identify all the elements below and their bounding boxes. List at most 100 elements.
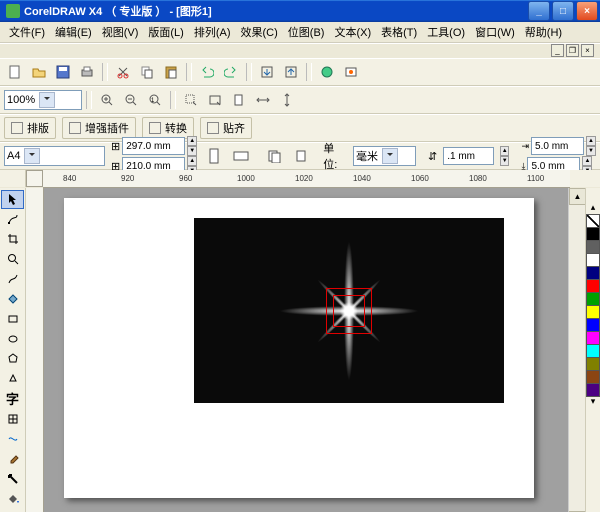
zoom-combo[interactable]: 100% xyxy=(4,90,82,110)
star-flare-object[interactable] xyxy=(279,241,419,381)
export-button[interactable] xyxy=(280,61,302,83)
ellipse-tool[interactable] xyxy=(1,329,24,348)
mdi-close-button[interactable]: × xyxy=(581,44,594,57)
black-rectangle[interactable] xyxy=(194,218,504,403)
property-bar: A4 ⊞ 297.0 mm ▲▼ ⊞ 210.0 mm ▲▼ 单位: 毫米 ⇵ … xyxy=(0,142,600,170)
swatch[interactable] xyxy=(586,344,600,358)
minimize-button[interactable]: _ xyxy=(528,1,550,21)
welcome-button[interactable] xyxy=(340,61,362,83)
menu-f[interactable]: 文件(F) xyxy=(4,22,50,42)
width-icon: ⊞ xyxy=(111,140,120,153)
mdi-restore-button[interactable]: ❐ xyxy=(566,44,579,57)
nudge-icon: ⇵ xyxy=(428,150,437,163)
paper-size-combo[interactable]: A4 xyxy=(4,146,105,166)
menu-t[interactable]: 表格(T) xyxy=(376,22,422,42)
mdi-minimize-button[interactable]: _ xyxy=(551,44,564,57)
crop-tool[interactable] xyxy=(1,230,24,249)
nudge-field[interactable]: .1 mm xyxy=(443,147,494,165)
width-spinner[interactable]: ▲▼ xyxy=(187,136,197,156)
menu-e[interactable]: 编辑(E) xyxy=(50,22,97,42)
window-title: CorelDRAW X4 （ 专业版 ） - [图形1] xyxy=(24,3,528,19)
swatch[interactable] xyxy=(586,305,600,319)
portrait-button[interactable] xyxy=(203,145,224,167)
swatch[interactable] xyxy=(586,357,600,371)
zoom-selection-button[interactable] xyxy=(180,89,202,111)
maximize-button[interactable]: □ xyxy=(552,1,574,21)
dup-x-icon: ⇥ xyxy=(521,141,529,152)
pick-tool[interactable] xyxy=(1,190,24,209)
zoom-page-button[interactable] xyxy=(228,89,250,111)
palette-down-button[interactable]: ▾ xyxy=(591,396,596,407)
swatch[interactable] xyxy=(586,279,600,293)
menu-o[interactable]: 工具(O) xyxy=(422,22,470,42)
menu-h[interactable]: 帮助(H) xyxy=(520,22,567,42)
open-button[interactable] xyxy=(28,61,50,83)
vertical-scrollbar[interactable]: ▲ ▼ xyxy=(568,188,585,512)
swatch-none[interactable] xyxy=(586,214,600,228)
dupx-spinner[interactable]: ▲▼ xyxy=(586,136,596,156)
swatch[interactable] xyxy=(586,318,600,332)
docker-tab[interactable]: 排版 xyxy=(4,117,56,139)
menu-v[interactable]: 视图(V) xyxy=(97,22,144,42)
apply-current-page-icon[interactable] xyxy=(290,145,311,167)
redo-button[interactable] xyxy=(220,61,242,83)
swatch[interactable] xyxy=(586,292,600,306)
import-button[interactable] xyxy=(256,61,278,83)
ruler-vertical[interactable] xyxy=(26,188,44,512)
zoom-height-button[interactable] xyxy=(276,89,298,111)
fill-tool[interactable] xyxy=(1,489,24,508)
close-button[interactable]: × xyxy=(576,1,598,21)
copy-button[interactable] xyxy=(136,61,158,83)
zoom-out-button[interactable] xyxy=(120,89,142,111)
smart-fill-tool[interactable] xyxy=(1,289,24,308)
shape-tool[interactable] xyxy=(1,210,24,229)
print-button[interactable] xyxy=(76,61,98,83)
interactive-tool[interactable] xyxy=(1,430,24,449)
table-tool[interactable] xyxy=(1,410,24,429)
menu-x[interactable]: 文本(X) xyxy=(329,22,376,42)
landscape-button[interactable] xyxy=(230,145,251,167)
swatch[interactable] xyxy=(586,266,600,280)
freehand-tool[interactable] xyxy=(1,270,24,289)
swatch[interactable] xyxy=(586,370,600,384)
palette-up-button[interactable]: ▴ xyxy=(591,202,596,214)
zoom-value: 100% xyxy=(7,94,35,106)
swatch[interactable] xyxy=(586,383,600,397)
units-combo[interactable]: 毫米 xyxy=(353,146,416,166)
paste-button[interactable] xyxy=(160,61,182,83)
app-launcher-button[interactable] xyxy=(316,61,338,83)
zoom-all-button[interactable] xyxy=(204,89,226,111)
swatch[interactable] xyxy=(586,253,600,267)
apply-all-pages-icon[interactable] xyxy=(263,145,284,167)
swatch[interactable] xyxy=(586,331,600,345)
toolbox: 字 xyxy=(0,188,26,512)
cut-button[interactable] xyxy=(112,61,134,83)
zoom-actual-button[interactable]: 1 xyxy=(144,89,166,111)
new-button[interactable] xyxy=(4,61,26,83)
menu-c[interactable]: 效果(C) xyxy=(236,22,283,42)
canvas[interactable] xyxy=(44,188,568,512)
menu-w[interactable]: 窗口(W) xyxy=(470,22,520,42)
undo-button[interactable] xyxy=(196,61,218,83)
ruler-horizontal[interactable]: 840920960100010201040106010801100毫米 xyxy=(43,170,570,188)
menu-l[interactable]: 版面(L) xyxy=(143,22,188,42)
dup-x-field[interactable]: 5.0 mm xyxy=(531,137,584,155)
menu-a[interactable]: 排列(A) xyxy=(189,22,236,42)
swatch[interactable] xyxy=(586,227,600,241)
nudge-spinner[interactable]: ▲▼ xyxy=(500,146,510,166)
zoom-tool[interactable] xyxy=(1,250,24,269)
save-button[interactable] xyxy=(52,61,74,83)
rectangle-tool[interactable] xyxy=(1,309,24,328)
docker-tab[interactable]: 贴齐 xyxy=(200,117,252,139)
zoom-in-button[interactable] xyxy=(96,89,118,111)
swatch[interactable] xyxy=(586,240,600,254)
page-width-field[interactable]: 297.0 mm xyxy=(122,137,185,155)
outline-tool[interactable] xyxy=(1,469,24,488)
eyedropper-tool[interactable] xyxy=(1,450,24,469)
basic-shapes-tool[interactable] xyxy=(1,369,24,388)
scroll-up-button[interactable]: ▲ xyxy=(569,188,586,205)
zoom-width-button[interactable] xyxy=(252,89,274,111)
polygon-tool[interactable] xyxy=(1,349,24,368)
text-tool[interactable]: 字 xyxy=(1,389,24,409)
menu-b[interactable]: 位图(B) xyxy=(283,22,330,42)
